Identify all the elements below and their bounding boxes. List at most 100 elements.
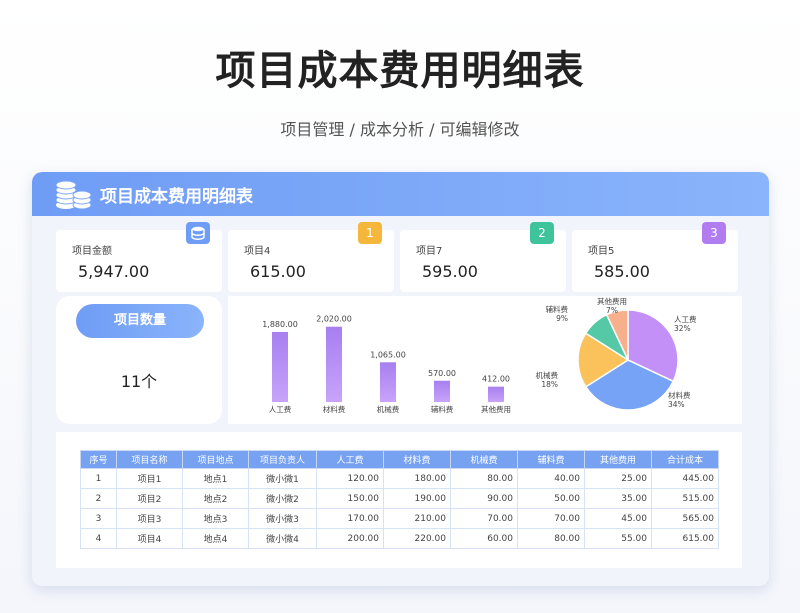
- pie-label: 人工费 32%: [674, 314, 697, 333]
- table-cell: 项目4: [116, 528, 183, 549]
- table-cell: 微小微3: [248, 508, 317, 529]
- rank-badge: 2: [530, 222, 554, 244]
- pie-chart: 人工费 32%材料费 34%机械费 18%辅料费 9%其他费用 7%: [536, 296, 697, 411]
- table-cell: 60.00: [450, 528, 518, 549]
- table-row: 4 项目4 地点4 微小微4 200.00 220.00 60.00 80.00 55.00 61…: [80, 528, 719, 549]
- bar-category-label: 其他费用: [481, 404, 511, 414]
- table-cell: 90.00: [450, 488, 518, 509]
- table-cell: 45.00: [584, 508, 652, 529]
- project-count-value: 11个: [120, 372, 158, 391]
- table-header-cell: 项目负责人: [248, 450, 317, 469]
- table-header-cell: 合计成本: [651, 450, 719, 469]
- table-row: 1 项目1 地点1 微小微1 120.00 180.00 80.00 40.00 25.00 44…: [80, 468, 719, 489]
- table-cell: 80.00: [517, 528, 585, 549]
- table-header-cell: 材料费: [383, 450, 451, 469]
- bar-data-label: 1,065.00: [370, 350, 406, 359]
- table-cell: 1: [80, 468, 117, 489]
- table-header-cell: 人工费: [316, 450, 384, 469]
- rank-badge: 3: [702, 222, 726, 244]
- page-subtitle: 项目管理 / 成本分析 / 可编辑修改: [280, 120, 520, 139]
- coins-icon: [55, 180, 92, 210]
- table-header-cell: 项目地点: [182, 450, 249, 469]
- table-header-row: 序号 项目名称 项目地点 项目负责人 人工费 材料费 机械费 辅料费 其他费用 合计成本: [80, 450, 719, 469]
- table-cell: 150.00: [316, 488, 384, 509]
- kpi-value: 615.00: [250, 262, 306, 281]
- project-count-card: 项目数量 11个: [56, 296, 222, 424]
- table-cell: 210.00: [383, 508, 451, 529]
- table-cell: 615.00: [651, 528, 719, 549]
- table-cell: 3: [80, 508, 117, 529]
- table-row: 2 项目2 地点2 微小微2 150.00 190.00 90.00 50.00 35.00 51…: [80, 488, 719, 509]
- bar-3: [434, 380, 450, 402]
- table-cell: 35.00: [584, 488, 652, 509]
- table-cell: 190.00: [383, 488, 451, 509]
- cost-table: 序号 项目名称 项目地点 项目负责人 人工费 材料费 机械费 辅料费 其他费用 合计成本 1 项目1…: [80, 450, 719, 549]
- card-header: 项目成本费用明细表: [32, 172, 769, 216]
- bar-0: [272, 331, 288, 402]
- pie-label: 材料费 34%: [668, 390, 691, 409]
- table-cell: 地点2: [182, 488, 249, 509]
- cost-table-panel: 序号 项目名称 项目地点 项目负责人 人工费 材料费 机械费 辅料费 其他费用 合计成本 1 项目1…: [56, 432, 742, 568]
- bar-data-label: 1,880.00: [262, 320, 298, 329]
- kpi-value: 595.00: [422, 262, 478, 281]
- table-cell: 80.00: [450, 468, 518, 489]
- kpi-label: 项目5: [588, 246, 615, 257]
- bar-2: [380, 362, 396, 402]
- table-cell: 项目2: [116, 488, 183, 509]
- table-cell: 项目1: [116, 468, 183, 489]
- table-cell: 445.00: [651, 468, 719, 489]
- kpi-label: 项目7: [416, 246, 443, 257]
- bar-data-label: 570.00: [428, 369, 456, 378]
- kpi-card-total: 项目金额 5,947.00: [56, 222, 222, 292]
- table-cell: 地点4: [182, 528, 249, 549]
- chart-panel: 1,880.00 人工费 2,020.00 材料费 1,065.00 机械费 570.00 辅…: [228, 296, 742, 424]
- pie-label: 机械费 18%: [536, 370, 559, 389]
- bar-category-label: 辅料费: [431, 404, 454, 414]
- table-cell: 地点1: [182, 468, 249, 489]
- database-icon: [186, 222, 210, 244]
- table-header-cell: 其他费用: [584, 450, 652, 469]
- bar-category-label: 人工费: [269, 404, 292, 414]
- table-cell: 220.00: [383, 528, 451, 549]
- bar-data-label: 2,020.00: [316, 315, 352, 324]
- kpi-card-3: 项目5 585.00 3: [572, 222, 738, 292]
- table-cell: 180.00: [383, 468, 451, 489]
- table-cell: 25.00: [584, 468, 652, 489]
- page-title: 项目成本费用明细表: [215, 48, 585, 94]
- table-header-cell: 项目名称: [116, 450, 183, 469]
- table-cell: 微小微1: [248, 468, 317, 489]
- table-cell: 4: [80, 528, 117, 549]
- bar-4: [488, 386, 504, 402]
- bar-category-label: 机械费: [377, 404, 400, 414]
- table-cell: 项目3: [116, 508, 183, 529]
- table-cell: 200.00: [316, 528, 384, 549]
- pie-label: 辅料费 9%: [546, 304, 569, 323]
- table-header-cell: 序号: [80, 450, 117, 469]
- table-cell: 2: [80, 488, 117, 509]
- table-cell: 55.00: [584, 528, 652, 549]
- table-cell: 515.00: [651, 488, 719, 509]
- dashboard-card: 项目成本费用明细表 项目金额 5,947.00 项目4 615.00 1 项目7…: [32, 172, 769, 586]
- kpi-card-1: 项目4 615.00 1: [228, 222, 394, 292]
- table-cell: 地点3: [182, 508, 249, 529]
- table-header-cell: 辅料费: [517, 450, 585, 469]
- rank-badge: 1: [358, 222, 382, 244]
- bar-data-label: 412.00: [482, 375, 510, 384]
- kpi-value: 5,947.00: [78, 262, 150, 281]
- card-title: 项目成本费用明细表: [100, 187, 253, 207]
- table-cell: 70.00: [517, 508, 585, 529]
- kpi-card-2: 项目7 595.00 2: [400, 222, 566, 292]
- bar-category-label: 材料费: [323, 404, 346, 414]
- project-count-button[interactable]: 项目数量: [76, 304, 204, 338]
- table-cell: 170.00: [316, 508, 384, 529]
- table-cell: 70.00: [450, 508, 518, 529]
- table-cell: 微小微4: [248, 528, 317, 549]
- table-cell: 565.00: [651, 508, 719, 529]
- table-header-cell: 机械费: [450, 450, 518, 469]
- kpi-label: 项目4: [244, 246, 271, 257]
- bar-chart: 1,880.00 人工费 2,020.00 材料费 1,065.00 机械费 570.00 辅…: [262, 315, 511, 414]
- kpi-value: 585.00: [594, 262, 650, 281]
- table-row: 3 项目3 地点3 微小微3 170.00 210.00 70.00 70.00 45.00 56…: [80, 508, 719, 529]
- table-cell: 50.00: [517, 488, 585, 509]
- table-cell: 微小微2: [248, 488, 317, 509]
